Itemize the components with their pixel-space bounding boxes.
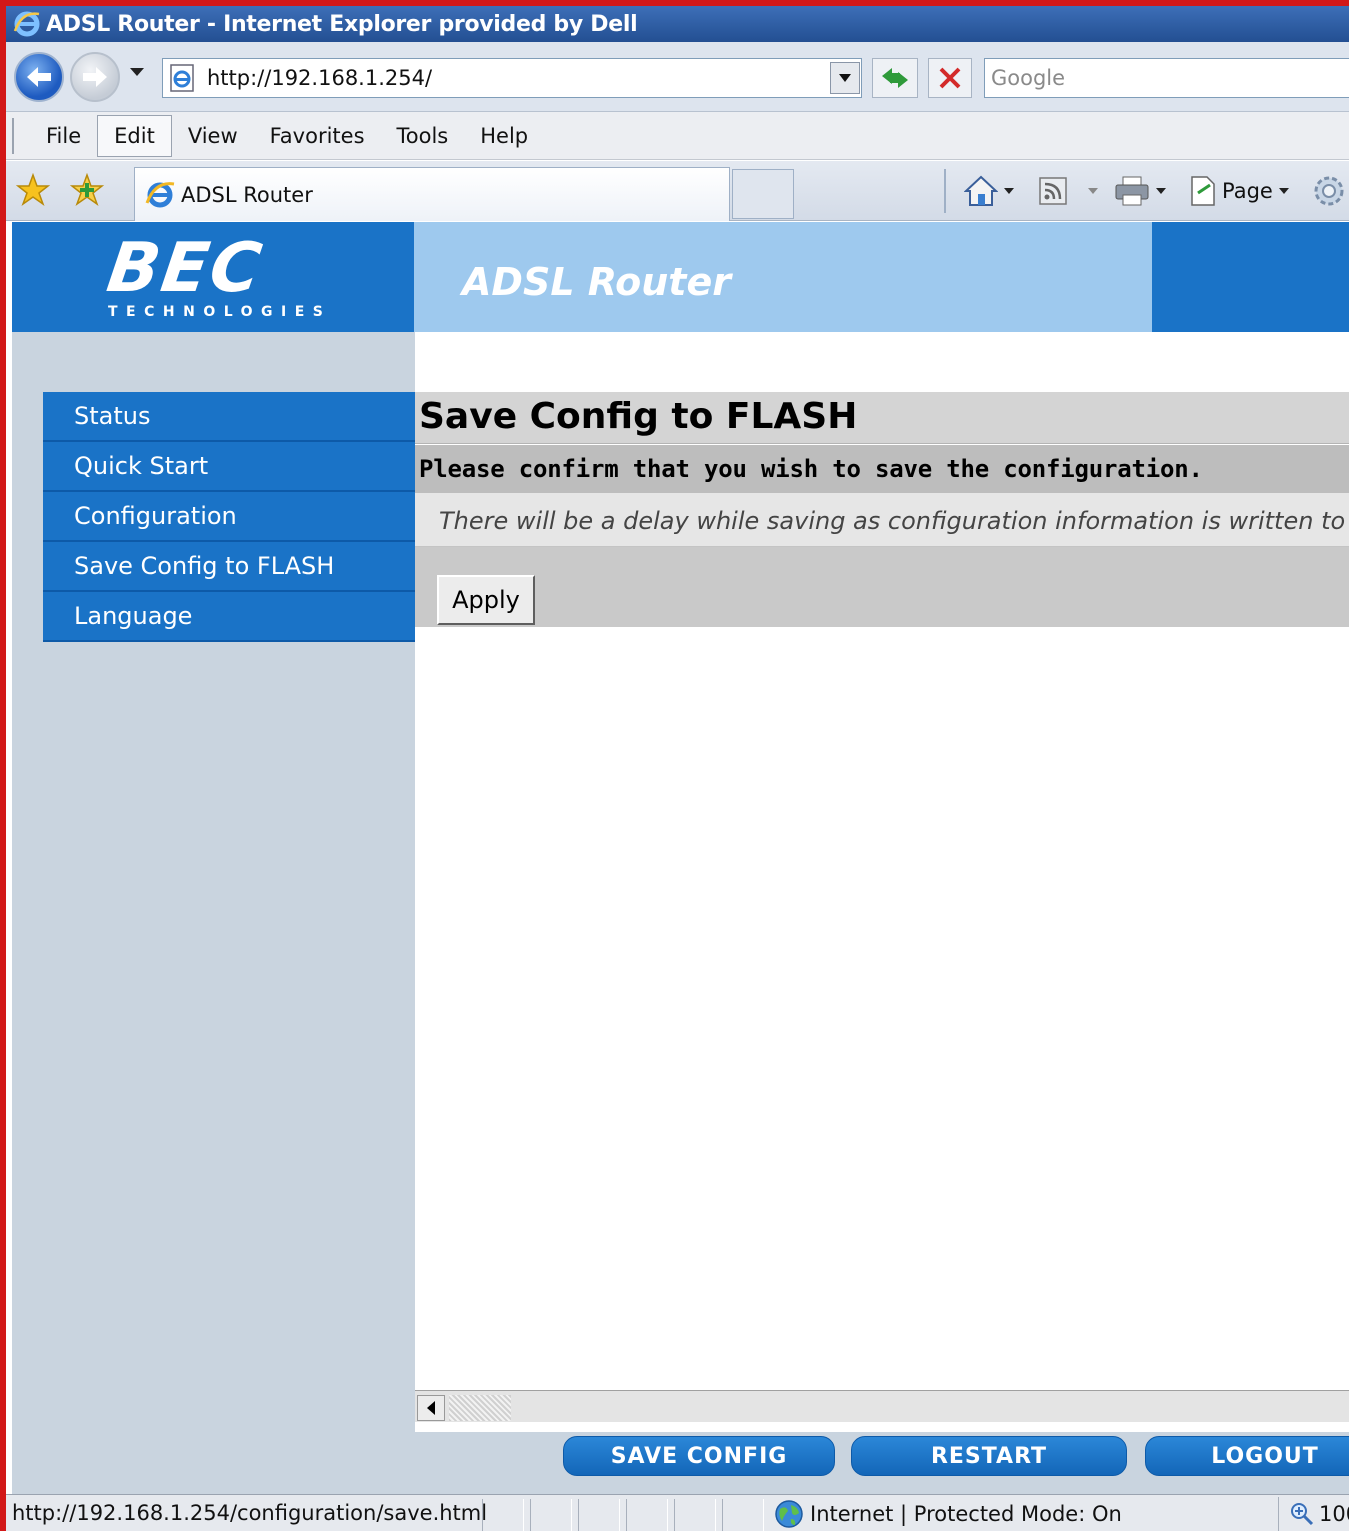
forward-button[interactable] <box>70 52 120 102</box>
address-url: http://192.168.1.254/ <box>207 66 433 90</box>
print-button[interactable] <box>1114 173 1166 209</box>
menu-edit[interactable]: Edit <box>97 114 172 157</box>
command-separator <box>944 169 946 213</box>
tools-gear-icon <box>1314 176 1344 206</box>
footer-bar: SAVE CONFIG RESTART LOGOUT <box>415 1432 1349 1494</box>
brand-name: BEC <box>102 229 268 308</box>
address-field[interactable]: http://192.168.1.254/ <box>162 58 862 98</box>
favorites-center-button[interactable] <box>14 171 52 209</box>
feeds-button[interactable] <box>1038 173 1098 209</box>
status-cell <box>722 1499 764 1531</box>
status-cell <box>578 1499 620 1531</box>
main-panel: Save Config to FLASH Please confirm that… <box>415 332 1349 1432</box>
menu-help[interactable]: Help <box>464 116 544 156</box>
menu-grip <box>12 117 16 154</box>
note-row: There will be a delay while saving as co… <box>415 493 1349 547</box>
status-cell <box>674 1499 716 1531</box>
stop-button[interactable] <box>928 58 972 98</box>
print-dropdown-arrow[interactable] <box>1156 188 1166 194</box>
page-menu-button[interactable]: Page <box>1188 173 1289 209</box>
status-cell <box>530 1499 572 1531</box>
logout-button[interactable]: LOGOUT <box>1145 1436 1349 1476</box>
menu-tools[interactable]: Tools <box>381 116 465 156</box>
apply-row: Apply <box>415 547 1349 627</box>
restart-button[interactable]: RESTART <box>851 1436 1127 1476</box>
bec-logo: BEC TECHNOLOGIES <box>103 229 328 322</box>
delay-note: There will be a delay while saving as co… <box>439 507 1349 535</box>
status-cell <box>626 1499 668 1531</box>
save-config-button[interactable]: SAVE CONFIG <box>563 1436 835 1476</box>
zoom-control[interactable]: 100% <box>1278 1497 1349 1531</box>
chevron-down-icon <box>839 74 851 82</box>
confirm-row: Please confirm that you wish to save the… <box>415 445 1349 493</box>
router-header: BEC TECHNOLOGIES ADSL Router <box>12 222 1349 332</box>
nav-configuration[interactable]: Configuration <box>43 492 415 542</box>
refresh-icon <box>882 68 908 88</box>
left-nav: Status Quick Start Configuration Save Co… <box>43 392 415 642</box>
heading-row: Save Config to FLASH <box>415 392 1349 444</box>
router-page: BEC TECHNOLOGIES ADSL Router Status Quic… <box>12 222 1349 1494</box>
tab-label: ADSL Router <box>181 182 313 207</box>
scroll-left-arrow-icon <box>427 1401 435 1415</box>
new-tab-button[interactable] <box>732 169 794 219</box>
page-icon <box>170 64 194 92</box>
menu-view[interactable]: View <box>172 116 254 156</box>
title-bar: ADSL Router - Internet Explorer provided… <box>6 6 1349 42</box>
forward-arrow-icon <box>83 67 107 87</box>
zoom-level: 100% <box>1319 1502 1349 1526</box>
search-field[interactable] <box>984 58 1349 98</box>
menu-favorites[interactable]: Favorites <box>254 116 381 156</box>
menu-bar: File Edit View Favorites Tools Help <box>6 112 1349 160</box>
page-dropdown-arrow[interactable] <box>1278 188 1289 194</box>
add-favorite-button[interactable] <box>68 171 106 209</box>
scroll-thumb[interactable] <box>449 1395 511 1421</box>
nav-quick-start[interactable]: Quick Start <box>43 442 415 492</box>
tab-adsl-router[interactable]: ADSL Router <box>134 167 730 221</box>
confirm-message: Please confirm that you wish to save the… <box>419 455 1203 483</box>
nav-save-config-to-flash[interactable]: Save Config to FLASH <box>43 542 415 592</box>
zone-label: Internet | Protected Mode: On <box>810 1502 1122 1526</box>
add-favorite-icon <box>70 173 104 206</box>
page-menu-label: Page <box>1222 179 1273 203</box>
zoom-icon <box>1291 1503 1314 1526</box>
status-url: http://192.168.1.254/configuration/save.… <box>12 1501 488 1525</box>
home-dropdown-arrow[interactable] <box>1004 188 1014 194</box>
address-dropdown-button[interactable] <box>830 62 860 94</box>
page-title: Save Config to FLASH <box>419 396 858 437</box>
product-title: ADSL Router <box>462 260 731 304</box>
status-bar: http://192.168.1.254/configuration/save.… <box>6 1494 1349 1531</box>
ie-logo-icon <box>13 11 40 37</box>
stop-icon <box>939 67 961 89</box>
feeds-icon <box>1039 177 1067 205</box>
address-toolbar: http://192.168.1.254/ <box>6 42 1349 112</box>
nav-language[interactable]: Language <box>43 592 415 642</box>
horizontal-scrollbar[interactable] <box>415 1390 1349 1422</box>
ie-tab-icon <box>145 181 175 207</box>
nav-status[interactable]: Status <box>43 392 415 442</box>
tab-bar: ADSL Router Page <box>6 161 1349 221</box>
apply-button[interactable]: Apply <box>437 575 535 625</box>
back-button[interactable] <box>14 52 64 102</box>
search-input[interactable] <box>991 66 1331 90</box>
favorites-star-icon <box>16 173 50 206</box>
print-icon <box>1115 176 1149 206</box>
recent-pages-dropdown[interactable] <box>130 68 144 76</box>
page-menu-icon <box>1191 176 1215 206</box>
product-banner: ADSL Router <box>414 222 1152 332</box>
home-button[interactable] <box>964 173 1014 209</box>
home-icon <box>964 175 998 206</box>
refresh-button[interactable] <box>872 58 918 98</box>
window-title: ADSL Router - Internet Explorer provided… <box>46 11 638 37</box>
tools-button[interactable] <box>1312 173 1346 209</box>
feeds-dropdown-arrow[interactable] <box>1088 188 1098 194</box>
globe-icon <box>775 1500 803 1528</box>
menu-file[interactable]: File <box>30 116 97 156</box>
back-arrow-icon <box>27 67 51 87</box>
security-zone[interactable]: Internet | Protected Mode: On <box>774 1497 1122 1531</box>
scroll-left-button[interactable] <box>417 1395 445 1421</box>
status-cell <box>482 1499 524 1531</box>
